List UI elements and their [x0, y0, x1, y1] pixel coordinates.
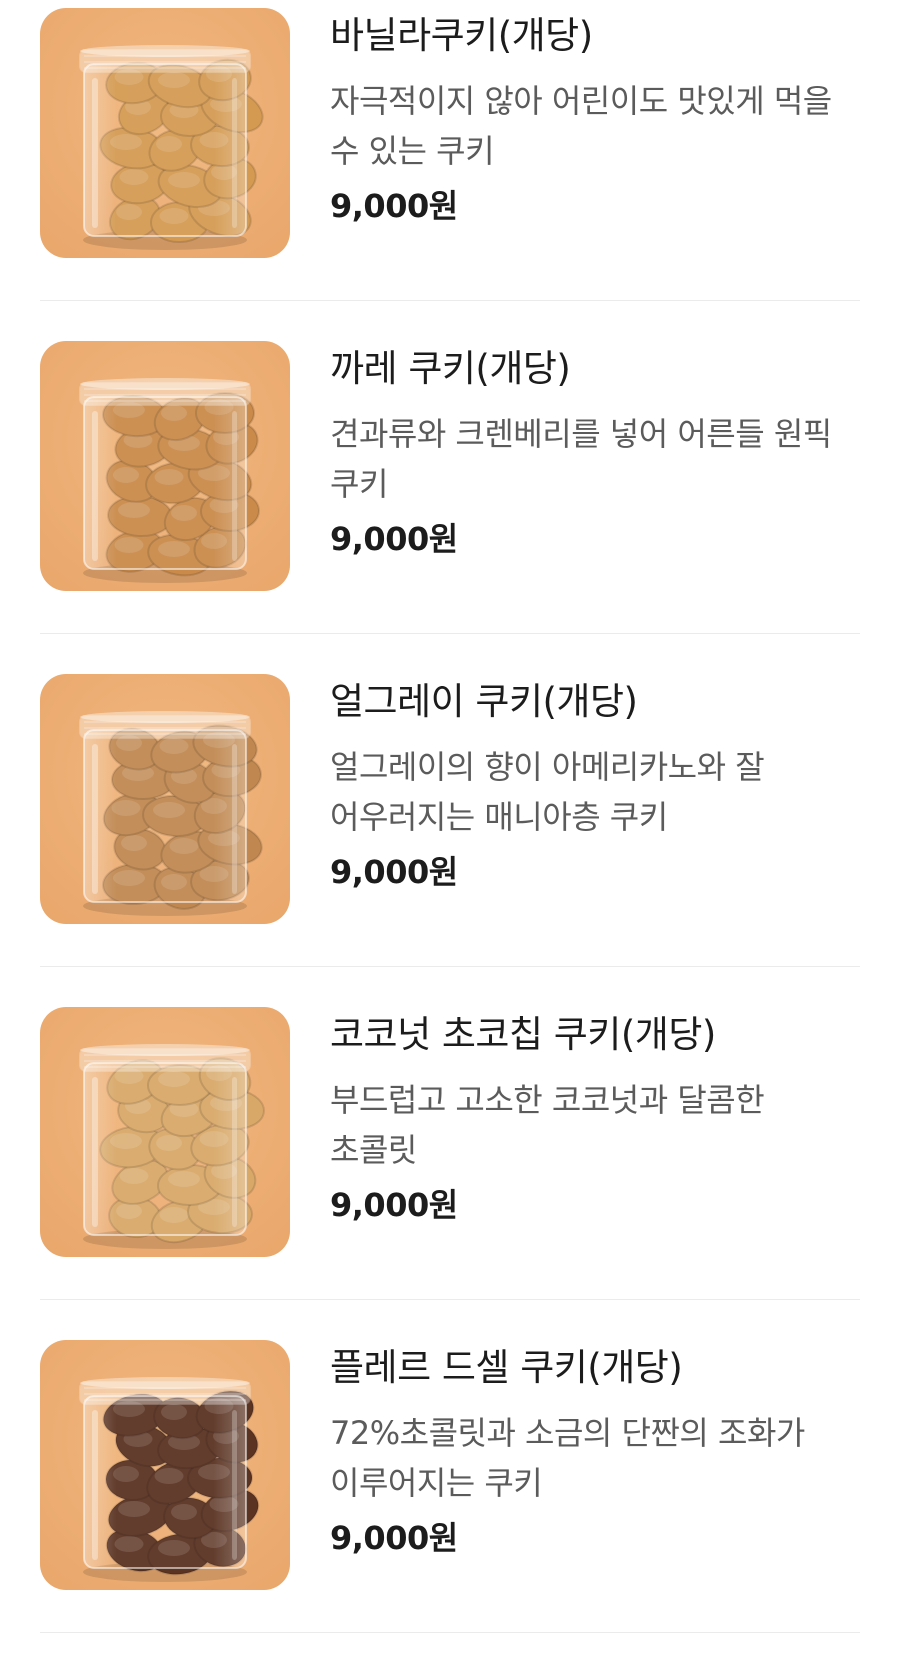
- menu-item-name: 코코넛 초코칩 쿠키(개당): [330, 1013, 716, 1056]
- menu-item-price: 9,000원: [330, 1519, 458, 1557]
- menu-item-3[interactable]: 얼그레이 쿠키(개당) 얼그레이의 향이 아메리카노와 잘 어우러지는 매니아층…: [0, 666, 900, 999]
- menu-item-5[interactable]: 플레르 드셀 쿠키(개당) 72%초콜릿과 소금의 단짠의 조화가 이루어지는 …: [0, 1332, 900, 1665]
- menu-item-description: 견과류와 크렌베리를 넣어 어른들 원픽 쿠키: [330, 415, 832, 503]
- cookie-jar-illustration: [40, 341, 290, 591]
- carre-cookie-jar-photo[interactable]: [40, 341, 290, 591]
- menu-item-name: 까레 쿠키(개당): [330, 347, 571, 390]
- fleur-de-sel-cookie-jar-photo[interactable]: [40, 1340, 290, 1590]
- menu-item-2[interactable]: 까레 쿠키(개당) 견과류와 크렌베리를 넣어 어른들 원픽 쿠키 9,000원: [0, 333, 900, 666]
- menu-item-info: 얼그레이 쿠키(개당) 얼그레이의 향이 아메리카노와 잘 어우러지는 매니아층…: [330, 680, 860, 892]
- menu-item-description: 부드럽고 고소한 코코넛과 달콤한 초콜릿: [330, 1081, 765, 1169]
- menu-item-info: 플레르 드셀 쿠키(개당) 72%초콜릿과 소금의 단짠의 조화가 이루어지는 …: [330, 1346, 860, 1558]
- menu-item-info: 까레 쿠키(개당) 견과류와 크렌베리를 넣어 어른들 원픽 쿠키 9,000원: [330, 347, 860, 559]
- divider: [40, 300, 860, 301]
- menu-item-1[interactable]: 바닐라쿠키(개당) 자극적이지 않아 어린이도 맛있게 먹을 수 있는 쿠키 9…: [0, 0, 900, 333]
- menu-item-price: 9,000원: [330, 520, 458, 558]
- menu-item-description: 72%초콜릿과 소금의 단짠의 조화가 이루어지는 쿠키: [330, 1414, 805, 1502]
- vanilla-cookie-jar-photo[interactable]: [40, 8, 290, 258]
- cookie-jar-illustration: [40, 8, 290, 258]
- menu-item-price: 9,000원: [330, 853, 458, 891]
- menu-item-info: 바닐라쿠키(개당) 자극적이지 않아 어린이도 맛있게 먹을 수 있는 쿠키 9…: [330, 14, 860, 226]
- divider: [40, 966, 860, 967]
- menu-item-name: 바닐라쿠키(개당): [330, 14, 593, 57]
- menu-item-price: 9,000원: [330, 1186, 458, 1224]
- menu-list: 바닐라쿠키(개당) 자극적이지 않아 어린이도 맛있게 먹을 수 있는 쿠키 9…: [0, 0, 900, 1665]
- cookie-jar-illustration: [40, 1340, 290, 1590]
- menu-item-name: 플레르 드셀 쿠키(개당): [330, 1346, 683, 1389]
- menu-item-name: 얼그레이 쿠키(개당): [330, 680, 638, 723]
- menu-item-info: 코코넛 초코칩 쿠키(개당) 부드럽고 고소한 코코넛과 달콤한 초콜릿 9,0…: [330, 1013, 860, 1225]
- menu-item-description: 자극적이지 않아 어린이도 맛있게 먹을 수 있는 쿠키: [330, 82, 832, 170]
- coconut-chocochip-cookie-jar-photo[interactable]: [40, 1007, 290, 1257]
- cookie-jar-illustration: [40, 674, 290, 924]
- menu-item-description: 얼그레이의 향이 아메리카노와 잘 어우러지는 매니아층 쿠키: [330, 748, 765, 836]
- divider: [40, 1299, 860, 1300]
- divider: [40, 633, 860, 634]
- menu-item-4[interactable]: 코코넛 초코칩 쿠키(개당) 부드럽고 고소한 코코넛과 달콤한 초콜릿 9,0…: [0, 999, 900, 1332]
- cookie-jar-illustration: [40, 1007, 290, 1257]
- divider: [40, 1632, 860, 1633]
- earl-grey-cookie-jar-photo[interactable]: [40, 674, 290, 924]
- menu-item-price: 9,000원: [330, 187, 458, 225]
